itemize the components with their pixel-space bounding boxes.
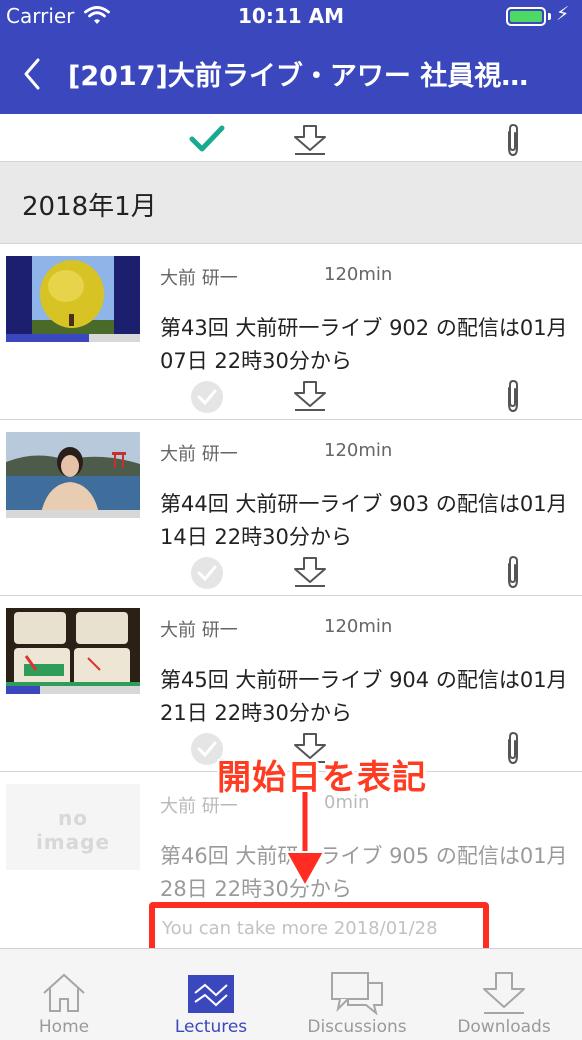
nav-bar: [2017]大前ライブ・アワー 社員視… xyxy=(0,32,582,114)
tab-home[interactable]: Home xyxy=(0,949,137,1040)
course-actions xyxy=(0,114,582,162)
home-icon xyxy=(43,973,85,1012)
lecture-title: 第44回 大前研一ライブ 903 の配信は01月14日 22時30分から xyxy=(160,492,568,549)
lecture-row[interactable]: 大前 研一 120min 第45回 大前研一ライブ 904 の配信は01月21日… xyxy=(0,596,582,772)
page-title: [2017]大前ライブ・アワー 社員視… xyxy=(68,61,529,92)
charging-icon: ⚡ xyxy=(556,3,570,25)
status-bar: Carrier 10:11 AM ⚡ xyxy=(0,0,582,32)
no-image-placeholder: no image xyxy=(6,784,140,870)
lecture-progress-fill xyxy=(6,686,40,694)
download-icon[interactable] xyxy=(292,380,328,416)
check-icon[interactable] xyxy=(188,124,226,158)
lecture-progress-bar xyxy=(6,510,140,518)
lecture-row[interactable]: 大前 研一 120min 第44回 大前研一ライブ 903 の配信は01月14日… xyxy=(0,420,582,596)
battery-tip xyxy=(548,13,551,20)
section-header: 2018年1月 xyxy=(0,162,582,244)
lecture-title: 第46回 大前研一ライブ 905 の配信は01月28日 22時30分から xyxy=(160,844,568,901)
lecture-progress-bar xyxy=(6,686,140,694)
status-time: 10:11 AM xyxy=(237,4,344,28)
lecture-duration: 120min xyxy=(324,264,393,285)
lecture-title: 第43回 大前研一ライブ 902 の配信は01月07日 22時30分から xyxy=(160,316,568,373)
tab-bar: Home Lectures Discussions Downloads xyxy=(0,948,582,1040)
lecture-thumbnail xyxy=(6,608,140,694)
annotation-arrow xyxy=(280,792,330,892)
lecture-progress-bar xyxy=(6,334,140,342)
lecture-duration: 120min xyxy=(324,616,393,637)
paperclip-icon[interactable] xyxy=(502,378,524,418)
discussions-icon xyxy=(331,972,383,1015)
lecture-author: 大前 研一 xyxy=(160,268,238,289)
check-circle-icon[interactable] xyxy=(190,380,224,418)
lecture-thumbnail xyxy=(6,256,140,342)
check-circle-icon[interactable] xyxy=(190,556,224,594)
lecture-row[interactable]: 大前 研一 120min 第43回 大前研一ライブ 902 の配信は01月07日… xyxy=(0,244,582,420)
section-title: 2018年1月 xyxy=(22,192,157,222)
back-icon[interactable] xyxy=(18,54,50,94)
paperclip-icon[interactable] xyxy=(502,554,524,594)
tab-label: Home xyxy=(38,1017,90,1037)
tab-label: Discussions xyxy=(307,1017,407,1037)
download-icon[interactable] xyxy=(292,124,328,160)
tab-discussions[interactable]: Discussions xyxy=(284,949,430,1040)
download-icon[interactable] xyxy=(292,556,328,592)
lecture-author: 大前 研一 xyxy=(160,444,238,465)
paperclip-icon[interactable] xyxy=(502,122,524,162)
lectures-icon xyxy=(188,975,234,1013)
paperclip-icon[interactable] xyxy=(502,730,524,770)
lecture-title: 第45回 大前研一ライブ 904 の配信は01月21日 22時30分から xyxy=(160,668,568,725)
tab-lectures[interactable]: Lectures xyxy=(138,949,284,1040)
tab-label: Lectures xyxy=(174,1017,248,1037)
lecture-author: 大前 研一 xyxy=(160,620,238,641)
lecture-progress-fill xyxy=(6,334,90,342)
tab-label: Downloads xyxy=(457,1017,551,1037)
lecture-duration: 120min xyxy=(324,440,393,461)
lecture-thumbnail xyxy=(6,432,140,518)
no-image-label: no image xyxy=(35,806,111,854)
battery-icon xyxy=(506,7,546,26)
tab-downloads[interactable]: Downloads xyxy=(431,949,577,1040)
downloads-icon xyxy=(483,972,525,1014)
